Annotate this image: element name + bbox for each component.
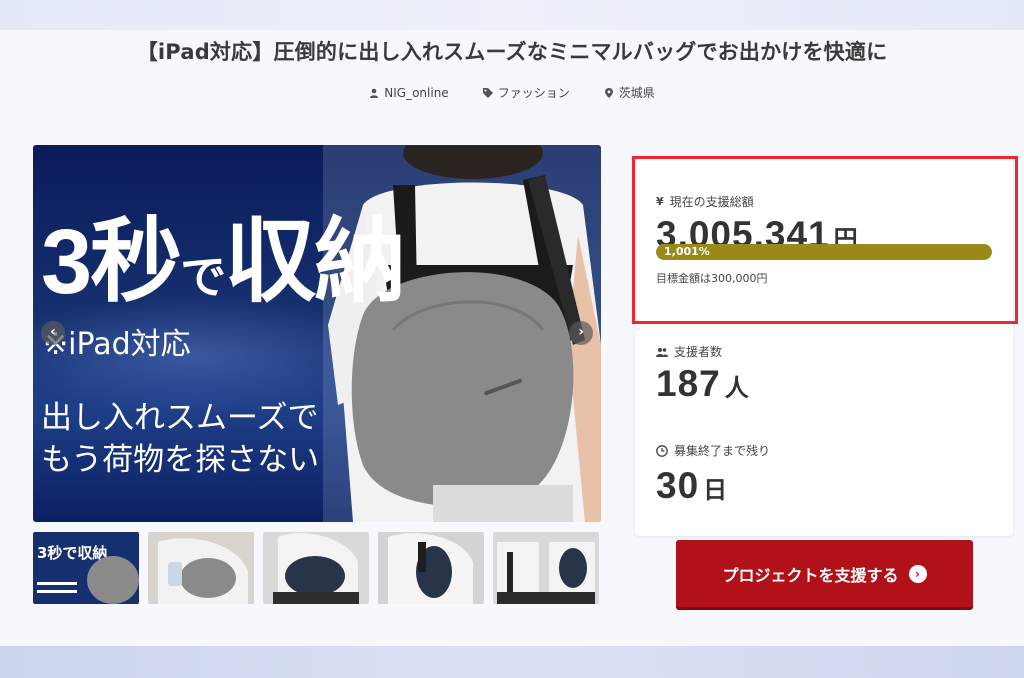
- thumbnail-4-image: [378, 532, 484, 604]
- location-link[interactable]: 茨城県: [604, 84, 655, 101]
- chevron-left-icon: ‹: [50, 324, 56, 340]
- category-link[interactable]: ファッション: [482, 84, 570, 101]
- hero-headline-num: 3: [41, 211, 92, 313]
- users-icon: [656, 347, 668, 357]
- hero-image[interactable]: 3秒で収納 ※iPad対応 出し入れスムーズで もう荷物を探さない ‹ ›: [33, 145, 601, 522]
- user-icon: [370, 88, 379, 98]
- thumbnail-2[interactable]: [148, 532, 254, 604]
- project-meta: NIG_online ファッション 茨城県: [0, 84, 1024, 101]
- bottom-band: [0, 646, 1024, 678]
- thumbnail-1-image: 3秒で収納: [33, 532, 139, 604]
- thumbnail-3-image: [263, 532, 369, 604]
- hero-headline-de: で: [180, 251, 226, 303]
- hero-copy-line1: 出し入れスムーズで: [41, 400, 319, 436]
- backers-label: 支援者数: [656, 343, 722, 360]
- thumbnail-1-label: 3秒で収納: [37, 544, 107, 562]
- hero-headline-byou: 秒: [90, 211, 182, 313]
- remaining-label: 募集終了まで残り: [656, 442, 770, 459]
- support-project-label: プロジェクトを支援する: [722, 565, 899, 585]
- hero-copy-line2: もう荷物を探さない: [41, 442, 320, 478]
- arrow-right-circle-icon: ›: [908, 564, 927, 583]
- map-pin-icon: [604, 87, 613, 98]
- top-band: [0, 0, 1024, 30]
- remaining-days-unit: 日: [703, 477, 728, 504]
- highlight-box: [632, 156, 1018, 324]
- thumbnail-5[interactable]: [493, 532, 599, 604]
- thumbnail-3[interactable]: [263, 532, 369, 604]
- thumbnail-strip: 3秒で収納: [33, 532, 601, 604]
- project-title: 【iPad対応】圧倒的に出し入れスムーズなミニマルバッグでお出かけを快適に: [136, 40, 888, 64]
- backers-count: 187 人: [656, 363, 749, 405]
- remaining-days: 30 日: [656, 465, 727, 507]
- hero-ipad-note: ※iPad対応: [43, 327, 191, 362]
- hero-headline: 3秒で収納: [41, 187, 406, 320]
- location-name: 茨城県: [618, 86, 655, 100]
- thumbnail-4[interactable]: [378, 532, 484, 604]
- hero-copy: 出し入れスムーズで もう荷物を探さない: [41, 397, 319, 481]
- tag-icon: [482, 87, 493, 98]
- support-project-button[interactable]: プロジェクトを支援する ›: [676, 540, 973, 607]
- hero-headline-rest: 収納: [224, 211, 406, 313]
- backers-count-unit: 人: [724, 375, 749, 402]
- remaining-label-text: 募集終了まで残り: [674, 444, 771, 458]
- owner-name: NIG_online: [384, 85, 449, 100]
- backers-label-text: 支援者数: [674, 345, 723, 359]
- carousel-next-button[interactable]: ›: [569, 321, 593, 345]
- clock-icon: [656, 444, 668, 457]
- thumbnail-5-image: [493, 532, 599, 604]
- carousel-prev-button[interactable]: ‹: [41, 321, 65, 345]
- thumbnail-2-image: [148, 532, 254, 604]
- category-name: ファッション: [497, 86, 570, 100]
- chevron-right-icon: ›: [578, 324, 584, 340]
- owner-link[interactable]: NIG_online: [369, 84, 449, 101]
- remaining-days-value: 30: [656, 465, 700, 506]
- backers-count-value: 187: [656, 363, 721, 404]
- thumbnail-1[interactable]: 3秒で収納: [33, 532, 139, 604]
